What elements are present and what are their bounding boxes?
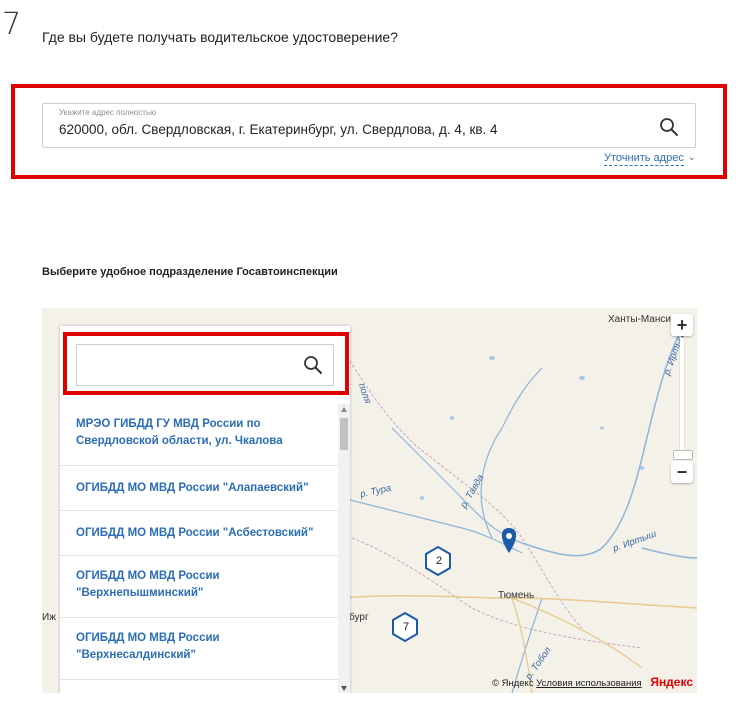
scroll-thumb[interactable] (340, 418, 348, 450)
zoom-slider-thumb[interactable] (673, 450, 693, 460)
map-label-tyumen: Тюмень (498, 590, 535, 601)
yandex-logo: Яндекс (650, 675, 693, 689)
section-title: Выберите удобное подразделение Госавтоин… (42, 266, 338, 278)
list-item[interactable]: ОГИБДД МО МВД России "Верхнепышминский" (60, 556, 338, 618)
scroll-up-icon[interactable] (341, 407, 347, 412)
zoom-out-button[interactable]: − (671, 461, 693, 483)
map-label-khanty-mansiysk: Ханты-Манси (608, 314, 671, 325)
list-item[interactable]: ОГИБДД МО МВД России "Асбестовский" (60, 511, 338, 556)
list-item[interactable]: ОГИБДД МО МВД России "Алапаевский" (60, 466, 338, 511)
offices-list: МРЭО ГИБДД ГУ МВД России по Свердловской… (60, 404, 338, 693)
map-label-izh: Иж (42, 612, 56, 623)
zoom-in-button[interactable]: + (671, 314, 693, 336)
step-number: 7 (2, 7, 22, 42)
terms-link[interactable]: Условия использования (536, 678, 641, 689)
highlight-frame-address (11, 84, 727, 179)
map-cluster[interactable]: 2 (424, 546, 454, 576)
copyright-text: © Яндекс (491, 678, 534, 689)
map-label-burg: бург (349, 612, 369, 623)
list-item[interactable]: ОГИБДД МО МВД России "Верхнесалдинский" (60, 618, 338, 680)
cluster-count: 2 (435, 555, 443, 567)
list-item[interactable]: МРЭО ГИБДД ГУ МВД России по Свердловской… (60, 404, 338, 466)
scroll-down-icon[interactable] (341, 686, 347, 691)
map-cluster[interactable]: 7 (391, 612, 421, 642)
map-copyright: © Яндекс Условия использования Яндекс (492, 675, 693, 689)
highlight-frame-search (63, 332, 349, 395)
question-title: Где вы будете получать водительское удос… (42, 29, 398, 45)
list-scrollbar[interactable] (338, 404, 350, 693)
zoom-slider-track[interactable] (673, 338, 693, 460)
cluster-count: 7 (402, 621, 410, 633)
